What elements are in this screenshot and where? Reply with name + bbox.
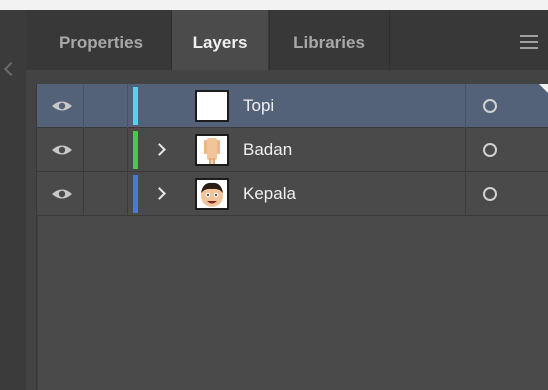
hamburger-menu-icon[interactable]: [520, 35, 538, 49]
layer-color-indicator: [133, 87, 138, 125]
target-circle-icon[interactable]: [483, 143, 497, 157]
expand-chevron-icon[interactable]: [153, 187, 166, 200]
column-divider: [465, 84, 466, 128]
expand-chevron-icon[interactable]: [153, 143, 166, 156]
tab-libraries[interactable]: Libraries: [270, 10, 388, 70]
tab-properties[interactable]: Properties: [36, 10, 166, 70]
target-circle-icon[interactable]: [483, 99, 497, 113]
eye-icon[interactable]: [51, 143, 73, 157]
list-border: [37, 216, 38, 390]
layer-name: Kepala: [243, 184, 296, 203]
column-divider: [83, 128, 84, 172]
layer-name: Badan: [243, 140, 293, 159]
layer-list: Topi Badan Kepala: [36, 84, 548, 390]
panel-tab-bar: Properties Layers Libraries: [26, 10, 548, 70]
column-divider: [127, 84, 128, 128]
eye-icon[interactable]: [51, 187, 73, 201]
layers-panel: Properties Layers Libraries Topi Badan K…: [26, 10, 548, 390]
layer-row-badan[interactable]: Badan: [37, 128, 548, 172]
column-divider: [127, 172, 128, 216]
target-circle-icon[interactable]: [483, 187, 497, 201]
tab-divider: [389, 10, 390, 70]
layer-thumbnail-topi: [195, 90, 229, 122]
eye-icon[interactable]: [51, 99, 73, 113]
layer-row-kepala[interactable]: Kepala: [37, 172, 548, 216]
column-divider: [465, 128, 466, 172]
body-thumbnail-icon: [204, 138, 220, 164]
collapse-arrow-icon[interactable]: [3, 61, 19, 77]
layer-thumbnail-badan: [195, 134, 229, 166]
tab-layers[interactable]: Layers: [172, 10, 268, 70]
column-divider: [83, 172, 84, 216]
column-divider: [465, 172, 466, 216]
layer-color-indicator: [133, 131, 138, 169]
selection-corner-marker-icon: [539, 84, 548, 94]
layer-row-topi[interactable]: Topi: [37, 84, 548, 128]
face-thumbnail-icon: [201, 182, 223, 207]
layer-name: Topi: [243, 96, 275, 115]
column-divider: [127, 128, 128, 172]
column-divider: [83, 84, 84, 128]
left-toolbar-strip: [0, 10, 26, 390]
layer-color-indicator: [133, 175, 138, 213]
layer-thumbnail-kepala: [195, 178, 229, 210]
